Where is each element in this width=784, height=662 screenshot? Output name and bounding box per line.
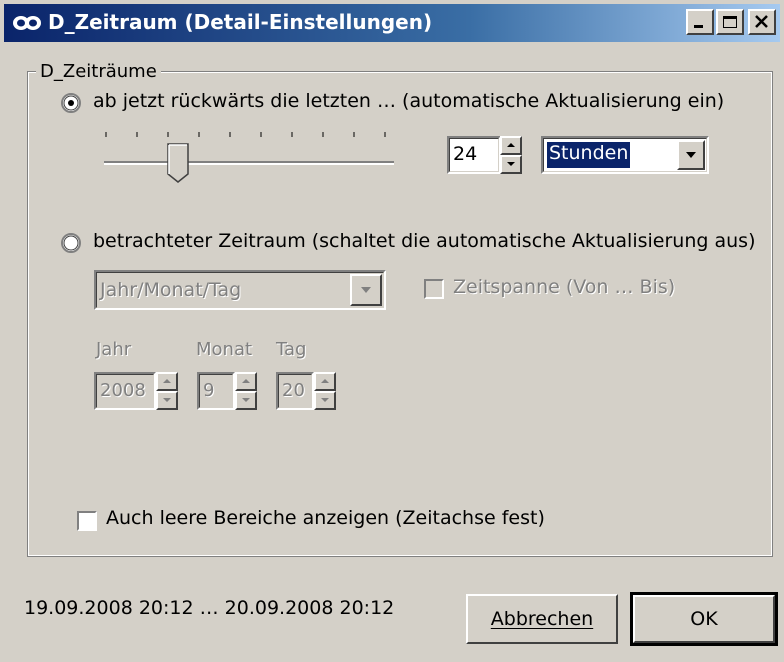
month-label: Monat: [196, 339, 253, 360]
arrow-up-icon: [163, 379, 171, 383]
arrow-down-icon: [163, 398, 171, 402]
unit-dropdown[interactable]: Stunden: [541, 136, 709, 174]
minimize-icon: [694, 25, 703, 28]
mode-dropdown-button[interactable]: [350, 274, 382, 306]
radio-absolute[interactable]: [61, 233, 81, 253]
arrow-up-icon: [242, 379, 250, 383]
timespan-checkbox[interactable]: [424, 279, 444, 299]
day-up-button[interactable]: [314, 372, 336, 391]
maximize-icon: [723, 16, 737, 28]
close-icon: [755, 15, 768, 28]
month-input[interactable]: 9: [197, 372, 235, 410]
ok-button[interactable]: OK: [630, 592, 778, 646]
arrow-up-icon: [321, 379, 329, 383]
amount-input[interactable]: 24: [447, 136, 501, 174]
cancel-button[interactable]: Abbrechen: [466, 594, 618, 644]
slider-thumb[interactable]: [167, 143, 189, 183]
amount-up-button[interactable]: [500, 136, 522, 155]
amount-down-button[interactable]: [500, 155, 522, 174]
range-slider[interactable]: [98, 124, 398, 186]
minimize-button[interactable]: [686, 9, 714, 35]
month-up-button[interactable]: [235, 372, 257, 391]
radio-relative[interactable]: [61, 93, 81, 113]
close-button[interactable]: [748, 9, 776, 35]
cancel-button-label: Abbrechen: [490, 608, 594, 630]
month-down-button[interactable]: [235, 391, 257, 410]
day-down-button[interactable]: [314, 391, 336, 410]
group-legend: D_Zeiträume: [36, 61, 161, 82]
arrow-down-icon: [507, 162, 515, 166]
amount-spinner[interactable]: [500, 136, 522, 174]
mode-dropdown[interactable]: Jahr/Monat/Tag: [94, 270, 386, 310]
empty-ranges-checkbox[interactable]: [77, 511, 97, 531]
unit-selected-value: Stunden: [545, 141, 632, 169]
timespan-label[interactable]: Zeitspanne (Von … Bis): [453, 276, 675, 298]
chevron-down-icon: [686, 152, 696, 158]
title-bar[interactable]: D_Zeitraum (Detail-Einstellungen): [4, 4, 780, 42]
radio-relative-label[interactable]: ab jetzt rückwärts die letzten … (automa…: [93, 90, 724, 112]
year-label: Jahr: [96, 339, 132, 360]
dialog-window: D_Zeitraum (Detail-Einstellungen) D_Zeit…: [0, 0, 784, 662]
unit-dropdown-button[interactable]: [677, 140, 705, 170]
day-input[interactable]: 20: [276, 372, 314, 410]
maximize-button[interactable]: [716, 9, 744, 35]
year-up-button[interactable]: [156, 372, 178, 391]
year-input[interactable]: 2008: [94, 372, 156, 410]
chevron-down-icon: [361, 287, 371, 293]
year-down-button[interactable]: [156, 391, 178, 410]
arrow-up-icon: [507, 143, 515, 147]
range-summary: 19.09.2008 20:12 … 20.09.2008 20:12: [24, 597, 395, 619]
radio-absolute-label[interactable]: betrachteter Zeitraum (schaltet die auto…: [93, 230, 755, 252]
day-spinner[interactable]: [314, 372, 336, 410]
year-spinner[interactable]: [156, 372, 178, 410]
arrow-down-icon: [321, 398, 329, 402]
ok-button-label: OK: [690, 608, 718, 630]
arrow-down-icon: [242, 398, 250, 402]
app-icon: [13, 16, 41, 30]
day-label: Tag: [276, 339, 307, 360]
window-title: D_Zeitraum (Detail-Einstellungen): [48, 10, 433, 34]
empty-ranges-label[interactable]: Auch leere Bereiche anzeigen (Zeitachse …: [106, 507, 545, 529]
month-spinner[interactable]: [235, 372, 257, 410]
